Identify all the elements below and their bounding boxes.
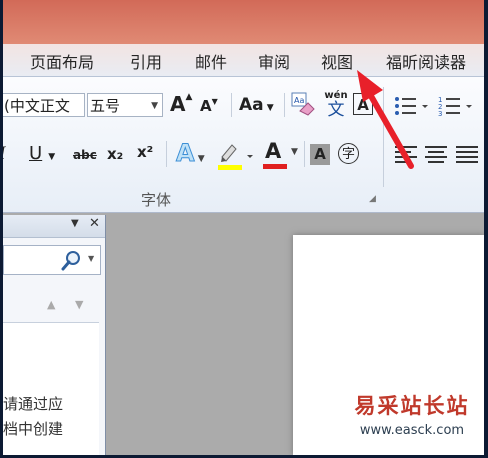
underline-dropdown-icon: ▼ xyxy=(48,152,56,162)
font-size-value: 五号 xyxy=(90,97,121,115)
separator xyxy=(304,141,305,167)
tab-review[interactable]: 审阅 xyxy=(258,49,290,73)
font-color-button[interactable]: A ▼ xyxy=(263,139,303,171)
underline-label: U xyxy=(29,143,43,164)
separator xyxy=(166,141,167,167)
font-group-label: 字体 xyxy=(141,191,172,209)
nav-hint-line-1: 请通过应 xyxy=(3,395,64,413)
font-color-swatch xyxy=(263,164,287,169)
title-bar xyxy=(3,0,484,44)
character-shading-button[interactable]: A xyxy=(310,144,330,165)
highlighter-pen-icon xyxy=(218,144,253,170)
text-effects-dropdown-icon: ▼ xyxy=(194,154,205,164)
shrink-arrow-icon: ▼ xyxy=(211,97,218,106)
tab-mailings[interactable]: 邮件 xyxy=(195,49,227,73)
nav-hint-line-2: 档中创建 xyxy=(3,420,64,438)
grow-font-button[interactable]: A▲ xyxy=(170,92,192,116)
font-name-combobox[interactable]: (中文正文 xyxy=(3,93,85,117)
underline-button[interactable]: U ▼ xyxy=(29,143,55,164)
separator xyxy=(284,93,285,117)
search-icon[interactable] xyxy=(60,250,82,272)
shrink-font-label: A xyxy=(200,97,212,115)
tab-references[interactable]: 引用 xyxy=(130,49,162,73)
font-color-dropdown-icon: ▼ xyxy=(291,147,298,157)
clear-formatting-button[interactable]: Aa xyxy=(290,91,315,117)
navigation-pane: ▼ ✕ ▼ ▲ ▼ 请通过应 档中创建 xyxy=(3,215,106,455)
shrink-font-button[interactable]: A▼ xyxy=(200,97,218,115)
word-window: 页面布局 引用 邮件 审阅 视图 福昕阅读器 (中文正文 五号 ▼ A▲ A▼ … xyxy=(3,0,484,455)
font-name-value: (中文正文 xyxy=(4,97,70,115)
change-case-button[interactable]: Aa ▼ xyxy=(239,95,274,115)
numbering-icon: 123 xyxy=(438,96,472,118)
font-color-label: A xyxy=(265,139,282,163)
svg-text:Aa: Aa xyxy=(294,96,304,105)
watermark-title: 易采站长站 xyxy=(354,393,470,418)
search-options-icon[interactable]: ▼ xyxy=(88,254,94,263)
pane-options-icon[interactable]: ▼ xyxy=(71,218,79,229)
annotation-arrow xyxy=(357,70,414,169)
grow-font-label: A xyxy=(170,92,186,116)
change-case-label: Aa xyxy=(239,95,264,115)
watermark: 易采站长站 www.easck.com xyxy=(344,390,480,452)
tab-page-layout[interactable]: 页面布局 xyxy=(30,49,94,73)
next-result-icon[interactable]: ▼ xyxy=(75,298,83,311)
previous-result-icon[interactable]: ▲ xyxy=(47,298,55,311)
watermark-url: www.easck.com xyxy=(359,423,465,438)
font-size-combobox[interactable]: 五号 ▼ xyxy=(87,93,163,117)
highlight-button[interactable] xyxy=(216,141,256,171)
separator xyxy=(231,93,232,117)
numbering-button[interactable]: 123 xyxy=(437,94,477,118)
superscript-button[interactable]: x² xyxy=(137,143,153,161)
svg-text:3: 3 xyxy=(438,110,442,118)
eraser-icon: Aa xyxy=(291,92,315,116)
text-effects-label: A xyxy=(176,139,196,168)
text-effects-button[interactable]: A ▼ xyxy=(176,139,205,168)
italic-button[interactable]: I xyxy=(3,143,5,165)
grow-arrow-icon: ▲ xyxy=(185,92,193,102)
close-icon[interactable]: ✕ xyxy=(89,216,100,231)
subscript-button[interactable]: x₂ xyxy=(107,145,123,163)
navigation-pane-header: ▼ ✕ xyxy=(3,215,105,238)
change-case-dropdown-icon: ▼ xyxy=(263,103,274,113)
strikethrough-button[interactable]: abc xyxy=(73,148,97,162)
font-size-dropdown-icon[interactable]: ▼ xyxy=(151,94,158,118)
navigation-results: 请通过应 档中创建 xyxy=(3,322,99,455)
search-document-input[interactable]: ▼ xyxy=(3,245,101,275)
font-dialog-launcher-icon[interactable]: ◢ xyxy=(369,194,376,204)
